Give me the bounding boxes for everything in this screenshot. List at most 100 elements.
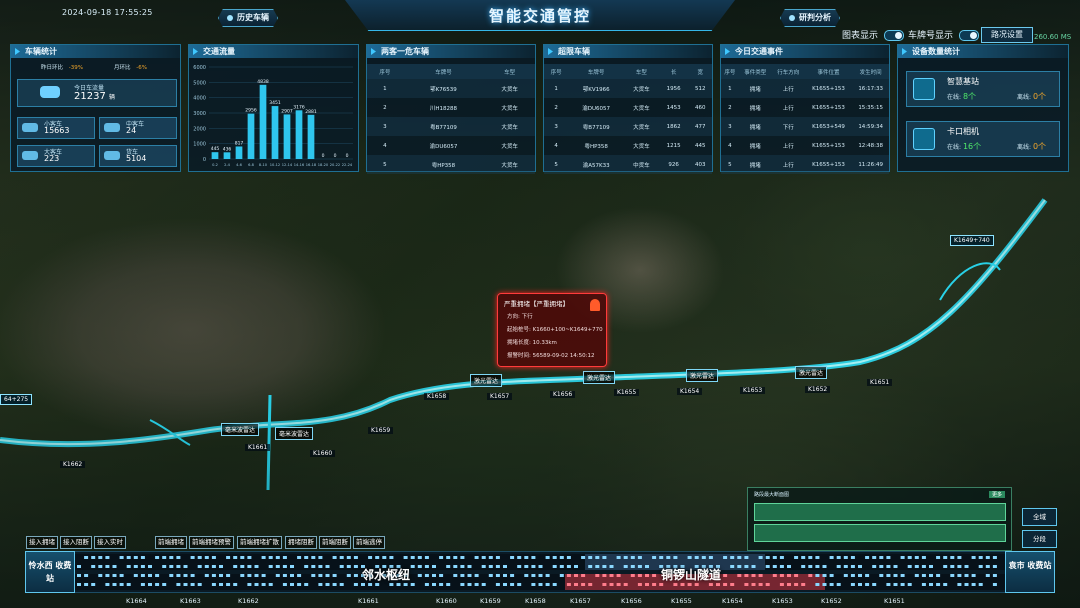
vehicle-dot	[162, 565, 167, 568]
vehicle-dot	[176, 574, 181, 577]
bar[interactable]	[259, 84, 267, 159]
radar-label[interactable]: 毫米波雷达	[221, 423, 260, 436]
table-row[interactable]: 4 拥堵 上行 K1655+153 12:48:38	[721, 136, 889, 155]
max-section-overview[interactable]: 路段最大断面图 更多	[747, 487, 1012, 551]
road-strip[interactable]	[25, 551, 1055, 593]
segment-button[interactable]: 前端拥堵扩散	[237, 536, 282, 549]
table-row[interactable]: 4 渝DU6057 大货车	[367, 136, 535, 155]
left-toll-station[interactable]: 怜水西 收费站	[25, 551, 75, 593]
table-row[interactable]: 2 拥堵 上行 K1655+153 15:35:15	[721, 98, 889, 117]
global-view-button[interactable]: 全域	[1022, 508, 1057, 526]
vehicle-dot	[247, 556, 252, 559]
lidar-label[interactable]: 激光雷达	[686, 369, 719, 382]
vehicle-dot	[865, 574, 870, 577]
segment-button[interactable]: 接入实时	[94, 536, 126, 549]
vehicle-dot	[368, 556, 373, 559]
right-toll-station[interactable]: 袁市 收费站	[1005, 551, 1055, 593]
table-row[interactable]: 3 粤B77109 大货车	[367, 117, 535, 136]
vehicle-dot	[858, 565, 862, 568]
segment-button[interactable]: 前端拥堵	[155, 536, 187, 549]
vehicle-dot	[467, 574, 472, 577]
segment-button[interactable]: 前端拥堵预警	[189, 536, 234, 549]
cell: 11:26:49	[852, 155, 889, 174]
vehicle-dot	[112, 583, 117, 586]
vehicle-dot	[282, 574, 287, 577]
table-row[interactable]: 5 粤HP358 大货车	[367, 155, 535, 174]
vehicle-dot	[353, 583, 358, 586]
road-settings-button[interactable]: 路况设置	[981, 27, 1033, 43]
cell: 渝A57K33	[568, 155, 625, 174]
table-row[interactable]: 1 鄂K76539 大货车	[367, 79, 535, 98]
bar[interactable]	[247, 113, 255, 159]
segment-view-button[interactable]: 分段	[1022, 530, 1057, 548]
table-row[interactable]: 5 拥堵 上行 K1655+153 11:26:49	[721, 155, 889, 174]
offline-count: 0个	[1032, 92, 1047, 101]
analysis-label: 研判分析	[799, 13, 831, 22]
table-row[interactable]: 3 拥堵 下行 K1653+549 14:59:34	[721, 117, 889, 136]
km-tag-left[interactable]: 64+275	[0, 394, 33, 405]
vehicle-dot	[779, 574, 784, 577]
congestion-alert-popup[interactable]: 严重拥堵【严重拥堵】 方向: 下行 起始桩号: K1660+100~K1649+…	[497, 293, 607, 367]
strip-km: K1661	[358, 597, 379, 605]
vehicle-dot	[183, 565, 188, 568]
vehicle-dot	[368, 583, 373, 586]
table-row[interactable]: 3 粤B77109 大货车 1862 477	[544, 117, 712, 136]
device-camera[interactable]: 卡口相机 在线: 16个 离线: 0个	[906, 121, 1060, 157]
vehicle-dot	[659, 583, 664, 586]
vehicle-dot	[190, 556, 195, 559]
vehicle-dot	[552, 565, 557, 568]
segment-button[interactable]: 前端阻断	[319, 536, 351, 549]
lidar-label[interactable]: 激光雷达	[583, 371, 616, 384]
vehicle-dot	[77, 565, 81, 568]
bar[interactable]	[295, 110, 303, 159]
day-ratio: 昨日环比 -39%	[41, 63, 83, 71]
km-label: K1656	[550, 391, 576, 398]
bar[interactable]	[283, 114, 291, 159]
vehicle-dot	[850, 565, 855, 568]
overview-more-button[interactable]: 更多	[988, 491, 1005, 498]
plate-display-switch[interactable]	[958, 30, 979, 41]
vehicle-dot	[829, 574, 834, 577]
bar[interactable]	[211, 152, 219, 159]
table-row[interactable]: 1 鄂KV1966 大货车 1956 512	[544, 79, 712, 98]
vehicle-dot	[254, 583, 259, 586]
vehicle-dot	[495, 583, 500, 586]
bar-value-label: 0	[346, 153, 349, 159]
table-row[interactable]: 4 粤HP358 大货车 1215 445	[544, 136, 712, 155]
vehicle-dot	[609, 583, 614, 586]
bar[interactable]	[235, 146, 243, 159]
column-header: 车牌号	[402, 64, 485, 79]
bar[interactable]	[223, 152, 231, 159]
km-tag-right[interactable]: K1649+740	[950, 235, 994, 246]
vehicle-dot	[119, 583, 124, 586]
radar-label[interactable]: 毫米波雷达	[275, 427, 314, 440]
table-row[interactable]: 2 渝DU6057 大货车 1453 460	[544, 98, 712, 117]
segment-button[interactable]: 接入阻断	[60, 536, 92, 549]
analysis-icon	[789, 14, 795, 21]
vehicle-dot	[389, 556, 394, 559]
segment-button[interactable]: 前端逃停	[353, 536, 385, 549]
vehicle-dot	[510, 556, 515, 559]
chart-display-toggle[interactable]: 图表显示	[842, 28, 904, 41]
traffic-flow-chart: 6000 5000 4000 3000 2000 1000 0 445 0-2 436 2-4 817…	[193, 65, 353, 167]
lidar-label[interactable]: 激光雷达	[470, 374, 503, 387]
table-row[interactable]: 2 川H18288 大货车	[367, 98, 535, 117]
plate-display-toggle[interactable]: 车牌号显示	[908, 28, 979, 41]
analysis-button[interactable]: 研判分析	[780, 9, 840, 27]
bar[interactable]	[307, 114, 315, 159]
chart-display-switch[interactable]	[883, 30, 904, 41]
history-vehicle-button[interactable]: 历史车辆	[218, 9, 278, 27]
table-row[interactable]: 1 拥堵 上行 K1655+153 16:17:33	[721, 79, 889, 98]
cell: K1655+153	[804, 79, 853, 98]
lidar-label[interactable]: 激光雷达	[795, 366, 828, 379]
camera-icon	[913, 128, 935, 150]
vehicle-dot	[126, 583, 131, 586]
segment-button[interactable]: 拥堵阻断	[285, 536, 317, 549]
bar[interactable]	[271, 106, 279, 159]
vehicle-dot	[268, 565, 273, 568]
table-row[interactable]: 5 渝A57K33 中货车 926 403	[544, 155, 712, 174]
cell: 大货车	[633, 143, 650, 150]
segment-button[interactable]: 接入拥堵	[26, 536, 58, 549]
cell: 大货车	[484, 79, 535, 98]
device-base-station[interactable]: 智慧基站 在线: 8个 离线: 0个	[906, 71, 1060, 107]
